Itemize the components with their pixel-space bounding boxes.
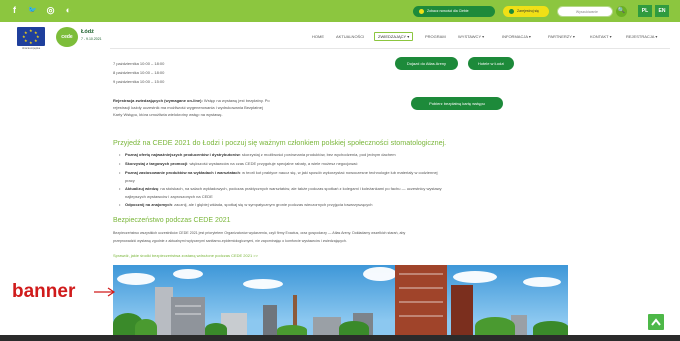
list-item: Poznaj ofertę najważniejszych producentó…: [119, 152, 396, 157]
window-bottom-border: [0, 335, 680, 341]
free-card-button[interactable]: Pobierz bezpłatną kartę wstępu: [411, 97, 503, 110]
nav-partners[interactable]: PARTNERZY ▾: [548, 34, 575, 39]
twitter-icon[interactable]: 🐦: [26, 4, 39, 17]
list-item: Odpocznij na znajomych: zacznij, ale i g…: [119, 202, 372, 207]
safety-link[interactable]: Sprawdź, jakie środki bezpieczeństwa zos…: [113, 253, 258, 258]
dot-icon: [509, 8, 514, 14]
search-icon[interactable]: 🔍: [616, 6, 627, 17]
atlas-directions-button[interactable]: Dojazd do Atlas Areny: [395, 57, 458, 70]
safety-text: Bezpieczeństwo wszystkich uczestników CE…: [113, 231, 406, 235]
registration-text: Rejestracja zwiedzających (wymagane on-l…: [113, 97, 363, 118]
scroll-to-top-button[interactable]: [648, 314, 664, 330]
list-item-continued: pracy: [125, 178, 135, 183]
hours-row: 9 października 10:00 – 15:00: [113, 79, 165, 84]
event-city: Łódź: [81, 29, 94, 35]
nav-visitors[interactable]: ZWIEDZAJĄCY ▾: [374, 32, 414, 41]
eu-flag-logo: ★ ★ ★ ★ ★ ★ ★ ★: [17, 27, 45, 46]
section-heading: Przyjedź na CEDE 2021 do Łodzi i poczuj …: [113, 138, 447, 147]
safety-heading: Bezpieczeństwo podczas CEDE 2021: [113, 217, 231, 224]
event-dates: 7 - 9.10.2021: [81, 37, 102, 41]
list-item: Poznaj zastosowanie produktów na wykłada…: [119, 170, 438, 175]
camera-icon[interactable]: ◐: [62, 4, 75, 17]
nav-contact[interactable]: KONTAKT ▾: [590, 34, 612, 39]
nav-information[interactable]: INFORMACJA ▾: [502, 34, 531, 39]
cede-logo[interactable]: cede: [56, 27, 78, 47]
visitor-info-label: Zobacz nowości dla Ciebie: [427, 9, 469, 13]
top-bar: f 🐦 ◎ ◐ Zobacz nowości dla Ciebie Zareje…: [0, 0, 680, 22]
hours-row: 7 października 10:00 – 18:00: [113, 61, 165, 66]
hotels-button[interactable]: Hotele w Łodzi: [468, 57, 514, 70]
dot-icon: [419, 8, 424, 14]
registration-line: Wstęp na wystawę jest bezpłatny. Po: [202, 98, 270, 103]
list-item-continued: najlepszych wystawców i zaproszonych na …: [125, 194, 213, 199]
nav-divider: [110, 48, 670, 49]
lang-en-button[interactable]: EN: [655, 5, 669, 17]
register-button[interactable]: Zarejestruj się: [503, 6, 549, 17]
nav-news[interactable]: AKTUALNOŚCI: [336, 34, 364, 39]
register-label: Zarejestruj się: [517, 9, 539, 13]
list-item: Skorzystaj z targowych promocji: większo…: [119, 161, 357, 166]
registration-bold: Rejestracja zwiedzających (wymagane on-l…: [113, 98, 203, 103]
eu-caption: Unia Europejska: [21, 47, 41, 50]
nav-home[interactable]: HOME: [312, 34, 324, 39]
list-item: Aktualizuj wiedzę: na stoiskach, na sala…: [119, 186, 442, 191]
instagram-icon[interactable]: ◎: [44, 4, 57, 17]
visitor-info-button[interactable]: Zobacz nowości dla Ciebie: [413, 6, 495, 17]
registration-line: Karty Wstępu, która umożliwia wielokrotn…: [113, 112, 223, 117]
search-input[interactable]: Wyszukiwanie: [557, 6, 613, 17]
nav-registration[interactable]: REJESTRACJA ▾: [626, 34, 657, 39]
nav-exhibitors[interactable]: WYSTAWCY ▾: [458, 34, 484, 39]
banner-annotation-label: banner: [12, 281, 76, 302]
safety-text: przeprowadzić wystawę zgodnie z aktualny…: [113, 239, 347, 243]
arrow-right-icon: [94, 287, 116, 297]
nav-program[interactable]: PROGRAM: [425, 34, 446, 39]
chevron-up-icon: [651, 318, 661, 326]
lang-pl-button[interactable]: PL: [638, 5, 652, 17]
facebook-icon[interactable]: f: [8, 4, 21, 17]
registration-line: rejestracji każdy uczestnik ma możliwość…: [113, 105, 263, 110]
hours-row: 8 października 10:00 – 18:00: [113, 70, 165, 75]
banner-image: [113, 265, 568, 335]
